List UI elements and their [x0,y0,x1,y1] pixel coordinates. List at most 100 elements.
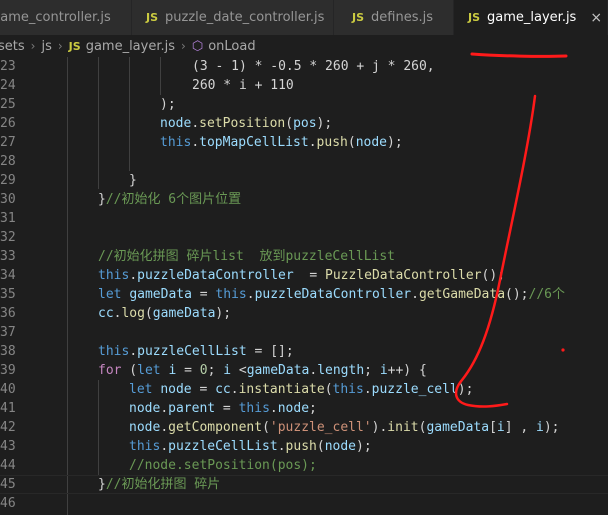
code-token: puzzleCellList [137,344,247,359]
code-token: this [98,344,130,359]
code-line[interactable]: 24 260 * i + 110 [0,76,608,95]
code-line[interactable]: 26 node.setPosition(pos); [0,114,608,133]
code-token: ); [387,135,403,150]
chevron-right-icon: › [30,39,36,53]
code-line[interactable]: 30}//初始化 6个图片位置 [0,190,608,209]
code-token: //初始化拼图 碎片 [105,477,221,492]
code-token: let [98,287,122,302]
tab-label: game_layer.js [487,10,577,25]
code-token: pos [293,116,317,131]
code-token: . [191,116,200,131]
code-token: this [160,135,192,150]
breadcrumb-file[interactable]: game_layer.js [86,39,175,54]
code-token: } [129,173,137,188]
code-token: ). [371,420,388,435]
tab-game-layer[interactable]: JS game_layer.js × [454,0,608,35]
code-line[interactable]: 44 //node.setPosition(pos); [0,456,608,475]
code-text: node.parent = this.node; [129,399,317,418]
code-token: ( [347,135,356,150]
code-token: ( [144,306,153,321]
code-token: = [215,401,239,416]
line-number: 39 [0,363,16,378]
code-line[interactable]: 39 for (let i = 0; i <gameData.length; i+… [0,361,608,380]
code-token: puzzleDataController [254,287,412,302]
method-cube-icon: ⬡ [191,38,204,54]
code-line[interactable]: 46 [0,494,608,513]
breadcrumb-folder[interactable]: sets [0,39,25,54]
editor-tab-bar: game_controller.js JS puzzle_date_contro… [0,0,608,35]
code-token: ( [324,382,333,397]
line-number: 23 [0,59,16,74]
tab-label: defines.js [371,10,433,25]
code-text: node.getComponent('puzzle_cell').init(ga… [129,418,560,437]
breadcrumb-symbol[interactable]: onLoad [208,39,255,54]
line-number: 42 [0,420,16,435]
line-number: 31 [0,211,16,226]
code-token: i [536,420,544,435]
line-number: 30 [0,192,16,207]
code-line[interactable]: 38 this.puzzleCellList = []; [0,342,608,361]
code-token: this [215,287,247,302]
code-line[interactable]: 32 [0,228,608,247]
code-token: ( [262,420,270,435]
tab-puzzle-date-controller[interactable]: JS puzzle_date_controller.js [132,0,334,35]
code-token: ); [160,97,176,112]
code-token: cc [98,306,114,321]
code-line[interactable]: 41 node.parent = this.node; [0,399,608,418]
code-token: gameData [426,420,490,435]
code-token: . [129,268,138,283]
code-token: node [324,439,356,454]
code-line[interactable]: 37 [0,323,608,342]
code-token: node [129,401,161,416]
code-token: = [176,363,200,378]
code-token: . [129,344,138,359]
code-line[interactable]: 28 [0,152,608,171]
code-token: gameData [246,363,310,378]
code-token: ; [364,363,380,378]
line-number: 28 [0,154,16,169]
code-token: node [160,382,192,397]
code-token: ); [543,420,560,435]
code-token: let [129,382,153,397]
code-line[interactable]: 36 cc.log(gameData); [0,304,608,323]
tab-game-controller[interactable]: game_controller.js [0,0,132,35]
code-token: i [223,363,232,378]
tab-defines[interactable]: JS defines.js [334,0,454,35]
code-token: init [387,420,419,435]
code-text: //初始化拼图 碎片list 放到puzzleCellList [98,247,395,266]
code-editor[interactable]: 23 (3 - 1) * -0.5 * 260 + j * 260, 24 260 *… [0,57,608,515]
code-line[interactable]: 40 let node = cc.instantiate(this.puzzle_… [0,380,608,399]
code-line[interactable]: 45}//初始化拼图 碎片 [0,475,608,494]
code-token: push [316,135,348,150]
code-token: puzzleCellList [168,439,278,454]
code-line[interactable]: 34 this.puzzleDataController = PuzzleData… [0,266,608,285]
code-text: } [129,171,137,190]
line-number: 33 [0,249,16,264]
close-tab-icon[interactable]: × [590,10,602,26]
code-token: . [160,439,169,454]
code-token: (3 - 1) * -0.5 * 260 + j * 260, [192,59,435,74]
code-line[interactable]: 33 //初始化拼图 碎片list 放到puzzleCellList [0,247,608,266]
code-line[interactable]: 35 let gameData = this.puzzleDataControll… [0,285,608,304]
code-line[interactable]: 43 this.puzzleCellList.push(node); [0,437,608,456]
code-line[interactable]: 27 this.topMapCellList.push(node); [0,133,608,152]
code-line[interactable]: 29} [0,171,608,190]
line-number: 36 [0,306,16,321]
line-number: 37 [0,325,16,340]
line-number: 25 [0,97,16,112]
code-line[interactable]: 25); [0,95,608,114]
code-token: instantiate [238,382,325,397]
breadcrumb-folder[interactable]: js [41,39,51,54]
code-line[interactable]: 23 (3 - 1) * -0.5 * 260 + j * 260, [0,57,608,76]
code-line[interactable]: 31 [0,209,608,228]
code-token: ; [207,363,224,378]
code-token: i [379,363,388,378]
code-line[interactable]: 42 node.getComponent('puzzle_cell').init(… [0,418,608,437]
line-number: 43 [0,439,16,454]
code-token: . [309,363,318,378]
chevron-right-icon: › [57,39,63,53]
line-number: 41 [0,401,16,416]
code-token: node [355,135,387,150]
code-text: 260 * i + 110 [192,76,294,95]
code-token: ( [121,363,138,378]
